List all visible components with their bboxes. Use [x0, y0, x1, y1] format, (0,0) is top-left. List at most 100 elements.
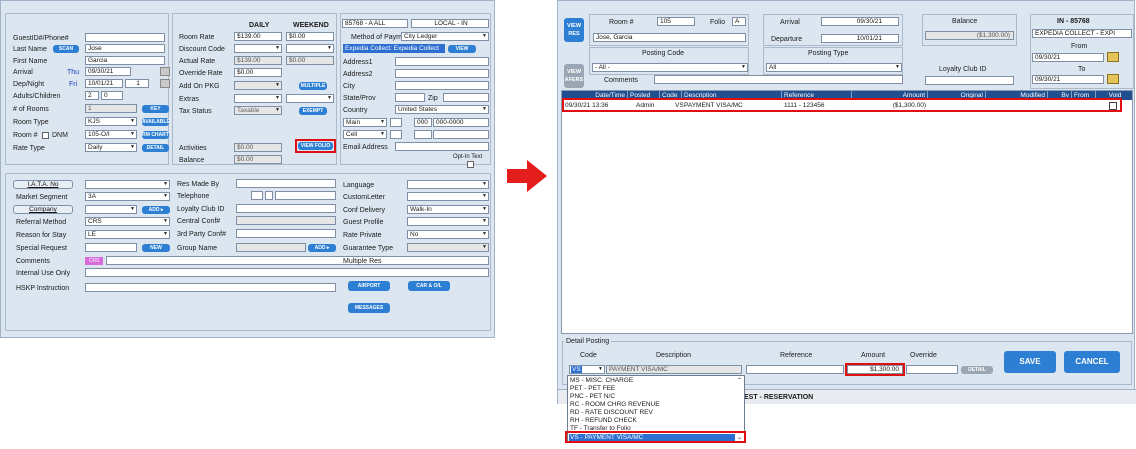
address1-input[interactable]: [395, 57, 489, 66]
telephone-number-input[interactable]: [275, 191, 336, 200]
override-rate-input[interactable]: $0.00: [234, 68, 282, 77]
dropdown-item-ms[interactable]: MS - MISC. CHARGE: [570, 377, 633, 384]
available-button[interactable]: AVAILABLE: [142, 118, 170, 126]
company-button[interactable]: Company: [13, 205, 73, 214]
first-name-input[interactable]: Garcia: [85, 56, 165, 65]
language-select[interactable]: [407, 180, 489, 189]
scan-button[interactable]: SCAN: [53, 45, 79, 53]
method-of-payment-select[interactable]: City Ledger: [401, 32, 489, 41]
departure-input[interactable]: 10/01/21: [85, 79, 123, 88]
phone-number-input[interactable]: 000-0000: [433, 118, 489, 127]
save-button[interactable]: SAVE: [1004, 351, 1056, 373]
discount-daily-select[interactable]: [234, 44, 282, 53]
new-button[interactable]: NEW: [142, 244, 170, 252]
rm-chart-button[interactable]: RM CHART: [142, 131, 169, 139]
from-calendar-icon[interactable]: [1107, 52, 1119, 62]
room-rate-weekend-input[interactable]: $0.00: [286, 32, 334, 41]
rooms-input[interactable]: 1: [85, 104, 137, 113]
extras-daily-select[interactable]: [234, 94, 282, 103]
view-button[interactable]: VIEW: [448, 45, 476, 53]
add-on-pkg-select[interactable]: [234, 81, 282, 90]
dropdown-scroll-up-icon[interactable]: ⌃: [735, 377, 744, 385]
guest-profile-select[interactable]: [407, 217, 489, 226]
children-input[interactable]: 0: [101, 91, 123, 100]
last-name-input[interactable]: Jose: [85, 44, 165, 53]
dropdown-item-pet[interactable]: PET - PET FEE: [570, 385, 615, 392]
hskp-instruction-input[interactable]: [85, 283, 336, 292]
internal-use-input[interactable]: [85, 268, 489, 277]
airport-button[interactable]: AIRPORT: [348, 281, 390, 291]
phone-ext-input[interactable]: [390, 118, 402, 127]
car-button[interactable]: CAR & O/L: [408, 281, 450, 291]
central-conf-input[interactable]: [236, 216, 336, 225]
to-date-input[interactable]: 09/30/21: [1032, 75, 1104, 84]
telephone-prefix-input[interactable]: [265, 191, 273, 200]
cell-ext-input[interactable]: [390, 130, 402, 139]
loyalty-club-input[interactable]: [236, 204, 336, 213]
dropdown-item-rc[interactable]: RC - ROOM CHRG REVENUE: [570, 401, 660, 408]
room-rate-daily-input[interactable]: $139.00: [234, 32, 282, 41]
room-number-input[interactable]: 105: [657, 17, 695, 26]
guest-id-input[interactable]: [85, 33, 165, 42]
arrival-calendar-icon[interactable]: [160, 67, 170, 76]
res-made-by-input[interactable]: [236, 179, 336, 188]
group-name-input[interactable]: [236, 243, 306, 252]
telephone-area-input[interactable]: [251, 191, 263, 200]
special-request-input[interactable]: [85, 243, 137, 252]
multiple-button[interactable]: MULTIPLE: [299, 82, 327, 90]
main-phone-type[interactable]: Main: [343, 118, 387, 127]
reason-for-stay-select[interactable]: LE: [85, 230, 170, 239]
zip-input[interactable]: [443, 93, 489, 102]
arrival-input[interactable]: 09/30/21: [85, 67, 131, 76]
guarantee-type-select[interactable]: [407, 243, 489, 252]
view-afers-button[interactable]: VIEW AFERS: [564, 64, 584, 88]
posting-type-select[interactable]: All: [766, 63, 902, 72]
email-input[interactable]: [395, 142, 489, 151]
posting-code-select[interactable]: - All -: [592, 63, 748, 72]
conf-delivery-select[interactable]: Walk-In: [407, 205, 489, 214]
cell-area-input[interactable]: [414, 130, 432, 139]
cell-number-input[interactable]: [433, 130, 489, 139]
comments-input[interactable]: [106, 256, 489, 265]
room-number-select[interactable]: 105-O/I: [85, 130, 137, 139]
dropdown-item-pnc[interactable]: PNC - PET N/C: [570, 393, 615, 400]
company-select[interactable]: [85, 205, 137, 214]
room-type-select[interactable]: KJS: [85, 117, 137, 126]
detail-code-select[interactable]: VS ▼: [569, 365, 605, 374]
rate-type-select[interactable]: Daily: [85, 143, 137, 152]
country-select[interactable]: United States: [395, 105, 489, 114]
detail-posting-detail-button[interactable]: DETAIL: [961, 366, 993, 374]
messages-button[interactable]: MESSAGES: [348, 303, 390, 313]
discount-weekend-select[interactable]: [286, 44, 334, 53]
rate-private-select[interactable]: No: [407, 230, 489, 239]
view-res-button[interactable]: VIEW RES: [564, 18, 584, 42]
exempt-button[interactable]: EXEMPT: [299, 107, 327, 115]
from-date-input[interactable]: 09/30/21: [1032, 53, 1104, 62]
custom-letter-select[interactable]: [407, 192, 489, 201]
referral-method-select[interactable]: CRS: [85, 217, 170, 226]
nights-input[interactable]: 1: [125, 79, 149, 88]
tax-status-select[interactable]: Taxable: [234, 106, 282, 115]
detail-button[interactable]: DETAIL: [142, 144, 169, 152]
departure-calendar-icon[interactable]: [160, 79, 170, 88]
market-segment-select[interactable]: 3A: [85, 192, 170, 201]
state-input[interactable]: [395, 93, 425, 102]
company-add-button[interactable]: ADD ▸: [142, 206, 170, 214]
dropdown-item-rd[interactable]: RD - RATE DISCOUNT REV: [570, 409, 653, 416]
detail-code-dropdown-icon[interactable]: ▼: [598, 366, 603, 373]
detail-reference-input[interactable]: [746, 365, 844, 374]
extras-weekend-select[interactable]: [286, 94, 334, 103]
key-button[interactable]: KEY: [142, 105, 169, 113]
dnm-checkbox[interactable]: [42, 132, 49, 139]
address2-input[interactable]: [395, 69, 489, 78]
to-calendar-icon[interactable]: [1107, 74, 1119, 84]
folio-letter-input[interactable]: A: [732, 17, 746, 26]
opt-in-checkbox[interactable]: [467, 161, 474, 168]
adults-input[interactable]: 2: [85, 91, 99, 100]
third-party-conf-input[interactable]: [236, 229, 336, 238]
cell-phone-type[interactable]: Cell: [343, 130, 387, 139]
comments-input[interactable]: [654, 75, 903, 84]
group-add-button[interactable]: ADD ▸: [308, 244, 336, 252]
iata-button[interactable]: I.A.T.A. No: [13, 180, 73, 189]
phone-area-input[interactable]: 000: [414, 118, 432, 127]
